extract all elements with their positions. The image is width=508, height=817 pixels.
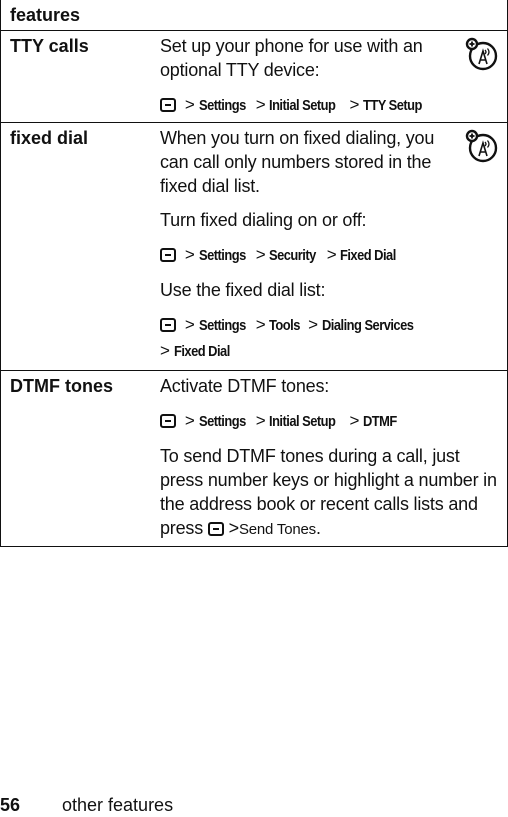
menu-key-icon — [207, 522, 224, 536]
table-row: fixed dial When you turn on fixed dialin… — [1, 123, 507, 371]
page-number: 56 — [0, 795, 21, 815]
path-separator: > — [255, 315, 266, 334]
path-item: Initial Setup — [269, 413, 336, 430]
path-separator: > — [184, 95, 195, 114]
feature-name: fixed dial — [10, 128, 89, 148]
menu-path: > Settings > Security > Fixed Dial — [160, 242, 460, 268]
feature-name: DTMF tones — [10, 376, 113, 396]
description-text: Activate DTMF tones: — [160, 376, 330, 396]
path-separator: > — [349, 411, 360, 430]
path-item: Settings — [198, 97, 246, 114]
path-separator: > — [184, 245, 195, 264]
table-row: TTY calls Set up your phone for use with… — [1, 31, 507, 123]
path-separator: > — [255, 245, 266, 264]
menu-key-icon — [160, 414, 176, 428]
network-dependent-feature-icon — [465, 129, 498, 163]
path-item: Fixed Dial — [173, 343, 230, 360]
path-separator: > — [255, 95, 266, 114]
path-separator: > — [228, 518, 240, 538]
path-separator: > — [326, 245, 337, 264]
feature-description: Activate DTMF tones: > Settings > Initial … — [160, 371, 505, 546]
network-dependent-feature-icon — [465, 37, 498, 71]
path-item: Settings — [198, 247, 246, 264]
path-separator: > — [349, 95, 360, 114]
path-item: TTY Setup — [363, 97, 423, 114]
path-separator: > — [160, 341, 170, 360]
description-text: Use the fixed dial list: — [160, 280, 326, 300]
section-title: other features — [62, 795, 174, 815]
feature-name: TTY calls — [10, 36, 89, 56]
path-separator: > — [308, 315, 318, 334]
path-separator: > — [184, 411, 195, 430]
path-item: Fixed Dial — [340, 247, 397, 264]
description-text: Turn fixed dialing on or off: — [160, 210, 367, 230]
path-item: Settings — [198, 413, 246, 430]
description-text: When you turn on fixed dialing, you can … — [160, 128, 435, 196]
description-text-suffix: . — [315, 518, 321, 538]
description-text: To send DTMF tones during a call, just p… — [160, 444, 505, 542]
feature-description: Set up your phone for use with an option… — [160, 31, 460, 122]
feature-description: When you turn on fixed dialing, you can … — [160, 123, 460, 370]
path-item: Send Tones — [238, 521, 316, 538]
table-row: DTMF tones Activate DTMF tones: > Setting… — [1, 371, 507, 546]
path-item: DTMF — [363, 413, 398, 430]
features-table: features TTY calls Set up your phone for… — [0, 0, 508, 547]
path-separator: > — [255, 411, 266, 430]
description-text: Set up your phone for use with an option… — [160, 36, 423, 80]
menu-key-icon — [160, 318, 176, 332]
menu-path: > Settings > Tools > Dialing Services > Fixe… — [160, 312, 460, 364]
path-item: Dialing Services — [321, 317, 414, 334]
path-item: Initial Setup — [269, 97, 336, 114]
menu-key-icon — [160, 98, 176, 112]
path-separator: > — [184, 315, 195, 334]
menu-key-icon — [160, 248, 176, 262]
path-item: Security — [269, 247, 317, 264]
table-header: features — [1, 0, 507, 31]
menu-path: > Settings > Initial Setup > TTY Setup — [160, 92, 460, 118]
menu-path: > Settings > Initial Setup > DTMF — [160, 408, 505, 434]
path-item: Tools — [269, 317, 301, 334]
path-item: Settings — [198, 317, 246, 334]
